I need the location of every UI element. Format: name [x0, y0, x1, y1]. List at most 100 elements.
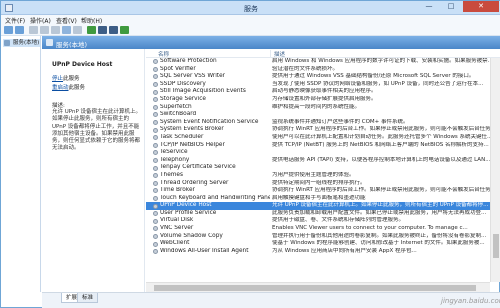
service-row[interactable]: Tenpay Certificate Service: [146, 164, 490, 172]
service-gear-icon: [153, 112, 158, 118]
close-button[interactable]: ✕: [463, 1, 499, 12]
service-gear-icon: [153, 66, 158, 72]
stop-service-icon[interactable]: [98, 26, 107, 34]
service-row[interactable]: Volume Shadow Copy 管理并执行用于备份和其他用途的卷影复制。如果…: [146, 233, 490, 241]
horizontal-scrollbar[interactable]: [146, 282, 490, 292]
service-row[interactable]: Storage Service 为存储设置和外部存储扩展提供启用服务。: [146, 96, 490, 104]
restart-service-icon[interactable]: [120, 26, 129, 34]
service-row[interactable]: Time Broker 协调执行 WinRT 应用程序的后台工作。如果停止或禁用此…: [146, 187, 490, 195]
service-row[interactable]: Themes 为用户提供使用主题管理的体验。: [146, 172, 490, 180]
service-description: 验证潜在的文件系统损坏。: [272, 65, 339, 72]
export-icon[interactable]: [73, 26, 82, 34]
start-service-icon[interactable]: [87, 26, 96, 34]
service-description: 启用 Windows 和 Windows 应用程序的数字许可证的下载、安装和实施…: [272, 58, 490, 64]
menu-view[interactable]: 查看(V): [56, 16, 77, 25]
forward-icon[interactable]: [15, 26, 24, 34]
view-tabs: 扩展 标准: [42, 292, 500, 308]
service-description: 为用户提供使用主题管理的体验。: [272, 171, 355, 178]
minimize-button[interactable]: —: [418, 1, 440, 12]
restart-service-link[interactable]: 重启动: [52, 85, 69, 91]
watermark: jingyan.baidu.com: [441, 297, 500, 305]
service-gear-icon: [153, 195, 158, 201]
service-row[interactable]: Windows All-User Install Agent 为从 Windows…: [146, 248, 490, 256]
service-gear-icon: [153, 150, 158, 156]
service-gear-icon: [153, 180, 158, 186]
service-description: 启动与静态映像获取事件相关的应用程序。: [272, 88, 377, 95]
service-description: 管理并执行用于备份和其他用途的卷影复制。如果此服务被终止，备份将没有卷影复制..…: [272, 232, 487, 239]
help-icon[interactable]: [62, 26, 71, 34]
service-name: System Event Notification Service: [160, 118, 259, 125]
service-row[interactable]: SQL Server VSS Writer 提供用于通过 Windows VSS …: [146, 73, 490, 81]
service-row[interactable]: TeService: [146, 149, 490, 157]
title-bar: 服务 — □ ✕: [1, 1, 500, 15]
service-name: UPnP Device Host: [160, 202, 212, 209]
service-description: Enables VNC Viewer users to connect to y…: [272, 225, 468, 232]
service-gear-icon: [153, 211, 158, 217]
service-gear-icon: [153, 97, 158, 103]
service-gear-icon: [153, 74, 158, 80]
service-description: 提供特定期间内一组线程的排序执行。: [272, 179, 366, 186]
service-name: Still Image Acquisition Events: [160, 88, 246, 95]
description-text: 允许 UPnP 设备宿主在此计算机上。如果停止此服务，则所有宿主的 UPnP 设…: [52, 109, 142, 152]
service-description: 协调执行 WinRT 应用程序的后台工作。如果停止或禁用此服务，则可能不会触发后…: [272, 187, 490, 194]
service-row[interactable]: Superfetch 维护和提高一段时间内的系统性能。: [146, 104, 490, 112]
service-description: 使用户可以在此计算机上配置和计划自动任务。此服务还托管多个 Windows 系统…: [272, 133, 490, 140]
properties-icon[interactable]: [40, 26, 49, 34]
menu-help[interactable]: 帮助(H): [81, 16, 102, 25]
menu-file[interactable]: 文件(F): [5, 16, 25, 25]
vertical-scrollbar[interactable]: [490, 58, 500, 282]
service-row[interactable]: Touch Keyboard and Handwriting Panel S..…: [146, 195, 490, 203]
service-row[interactable]: SwitchBoard: [146, 111, 490, 119]
service-row[interactable]: Task Scheduler 使用户可以在此计算机上配置和计划自动任务。此服务还托…: [146, 134, 490, 142]
service-name: SSDP Discovery: [160, 80, 206, 87]
tab-standard[interactable]: 标准: [77, 293, 99, 303]
description-label: 描述:: [52, 103, 65, 109]
service-row[interactable]: System Event Notification Service 监视系统事件并…: [146, 119, 490, 127]
service-row[interactable]: Still Image Acquisition Events 启动与静态映像获取事…: [146, 88, 490, 96]
service-name: Windows All-User Install Agent: [160, 247, 249, 254]
service-row[interactable]: Virtual Disk 提供用于磁盘、卷、文件系统和存储阵列的管理服务。: [146, 217, 490, 225]
pane-header: 服务(本地): [42, 36, 500, 49]
service-row[interactable]: WebClient 使基于 Windows 的程序能够创建、访问和修改基于 Int…: [146, 240, 490, 248]
maximize-button[interactable]: □: [440, 1, 462, 12]
service-description: 监视系统事件并通知订户这些事件的 COM+ 事件系统。: [272, 118, 409, 125]
selected-service-name: UPnP Device Host: [52, 61, 113, 68]
service-name: System Events Broker: [160, 126, 224, 133]
service-row[interactable]: User Profile Service 此服务负责加载和卸载用户配置文件。如果已…: [146, 210, 490, 218]
service-gear-icon: [153, 89, 158, 95]
service-description: 提供电话服务 API (TAPI) 支持，以便各程序控制本地计算机上的电话设备以…: [272, 156, 490, 163]
service-row[interactable]: TCP/IP NetBIOS Helper 提供 TCP/IP (NetBT) 服…: [146, 142, 490, 150]
service-gear-icon: [153, 233, 158, 239]
stop-service-link[interactable]: 停止: [52, 76, 63, 82]
column-separator[interactable]: [270, 50, 271, 57]
back-icon[interactable]: [4, 26, 13, 34]
service-name: TCP/IP NetBIOS Helper: [160, 141, 225, 148]
column-name[interactable]: 名称: [158, 50, 169, 58]
refresh-icon[interactable]: [51, 26, 60, 34]
services-node-icon: [4, 40, 10, 46]
service-row[interactable]: Telephony 提供电话服务 API (TAPI) 支持，以便各程序控制本地计…: [146, 157, 490, 165]
column-description[interactable]: 描述: [274, 50, 285, 58]
service-description: 此服务负责加载和卸载用户配置文件。如果已停止或禁用此服务，用户将无法再成功登..…: [272, 209, 487, 216]
tree-node-services-local[interactable]: 服务(本地): [3, 39, 40, 47]
service-description: 使基于 Windows 的程序能够创建、访问和修改基于 Internet 的文件…: [272, 240, 485, 247]
show-tree-icon[interactable]: [29, 26, 38, 34]
service-row[interactable]: VNC Server Enables VNC Viewer users to co…: [146, 225, 490, 233]
service-row[interactable]: Spot Verifier 验证潜在的文件系统损坏。: [146, 66, 490, 74]
service-name: Themes: [160, 171, 184, 178]
service-row[interactable]: Software Protection 启用 Windows 和 Windows …: [146, 58, 490, 66]
service-row[interactable]: SSDP Discovery 当发现了使用 SSDP 协议的网络设备和服务，如 U…: [146, 81, 490, 89]
menu-action[interactable]: 操作(A): [30, 16, 51, 25]
pause-service-icon[interactable]: [109, 26, 118, 34]
service-name: WebClient: [160, 240, 190, 247]
console-tree: 服务(本地): [1, 36, 41, 292]
service-name: Software Protection: [160, 58, 217, 64]
service-description: 启用触摸键盘和手写面板笔和墨迹功能: [272, 194, 366, 201]
service-row[interactable]: Thread Ordering Server 提供特定期间内一组线程的排序执行。: [146, 180, 490, 188]
vertical-scroll-thumb[interactable]: [493, 234, 499, 258]
service-row[interactable]: System Events Broker 协调执行 WinRT 应用程序的后台工作…: [146, 126, 490, 134]
horizontal-scroll-thumb[interactable]: [154, 285, 476, 291]
service-name: Spot Verifier: [160, 65, 196, 72]
service-gear-icon: [153, 249, 158, 255]
service-row[interactable]: UPnP Device Host 允许 UPnP 设备宿主在此计算机上。如果停止此…: [146, 202, 490, 210]
